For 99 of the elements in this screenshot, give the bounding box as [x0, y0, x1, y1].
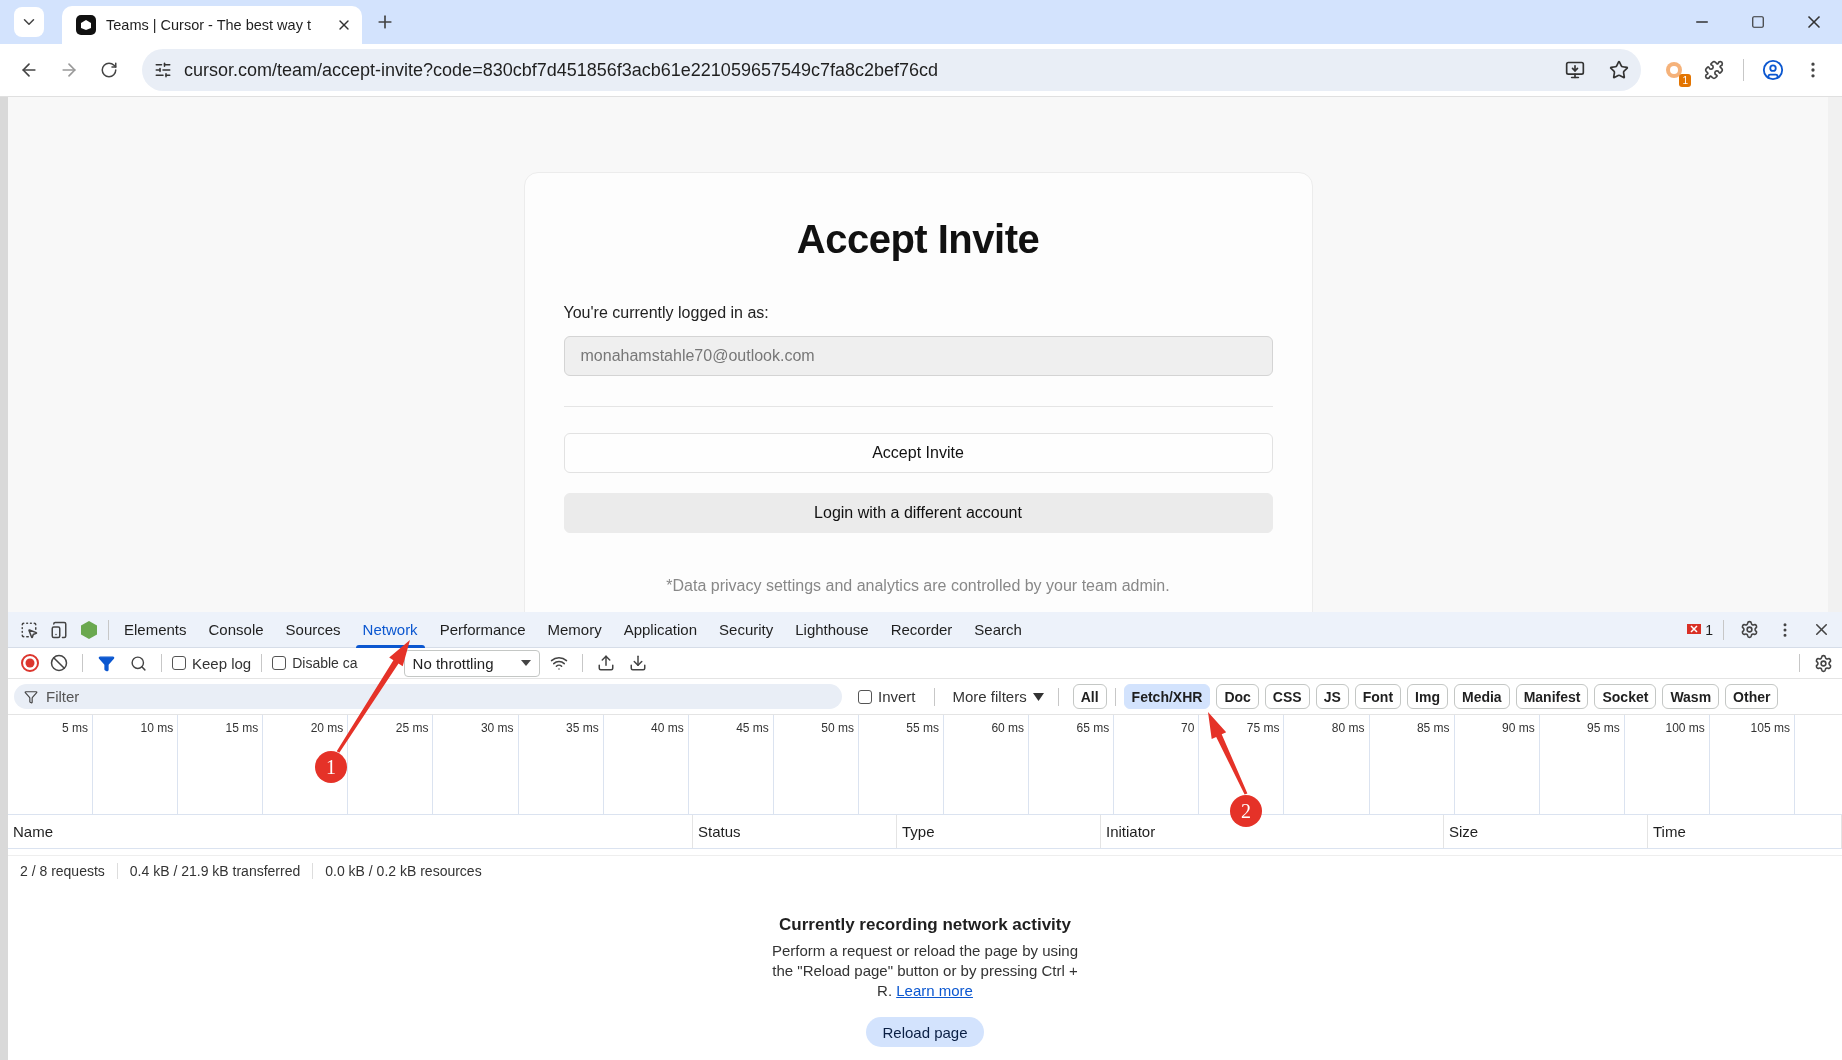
type-filter-chip[interactable]: All	[1072, 684, 1107, 709]
clear-icon[interactable]	[50, 654, 68, 672]
filter-field[interactable]: Filter	[14, 684, 842, 709]
timeline-tick: 25 ms	[395, 721, 429, 735]
reload-page-button[interactable]: Reload page	[866, 1017, 984, 1047]
devtools-tab[interactable]: Application	[612, 611, 709, 648]
devtools-tab[interactable]: Network	[351, 611, 429, 648]
timeline-tick: 70	[1180, 721, 1195, 735]
cube-icon	[76, 15, 96, 35]
reload-icon[interactable]	[100, 61, 118, 79]
settings-icon[interactable]	[1813, 653, 1833, 673]
timeline-tick: 100 ms	[1665, 721, 1705, 735]
empty-state-title: Currently recording network activity	[779, 915, 1071, 935]
type-filter-chip[interactable]: Font	[1354, 684, 1402, 709]
type-filter-chip[interactable]: CSS	[1264, 684, 1310, 709]
devtools-tab[interactable]: Recorder	[879, 611, 964, 648]
timeline-tick: 45 ms	[736, 721, 769, 735]
timeline-tick: 5 ms	[62, 721, 89, 735]
caret-icon	[520, 660, 531, 666]
timeline-tick: 30 ms	[480, 721, 514, 735]
keep-log-checkbox[interactable]: Keep log	[172, 654, 252, 672]
address-bar[interactable]: cursor.com/team/accept-invite?code=830cbf7d451856f3acb61e221059657549c7fa8c2bef76cd	[142, 49, 1641, 91]
inspect-icon[interactable]	[20, 620, 38, 639]
devtools-tab[interactable]: Performance	[428, 611, 537, 648]
browser-tab[interactable]: Teams | Cursor - The best way t	[62, 6, 362, 44]
timeline-tick: 55 ms	[906, 721, 940, 735]
page-title: Accept Invite	[795, 217, 1041, 262]
timeline-tick: 85 ms	[1416, 721, 1450, 735]
devtools-tab[interactable]: Security	[708, 611, 785, 648]
caret-icon	[1032, 692, 1044, 701]
devtools-tab[interactable]: Lighthouse	[784, 611, 880, 648]
device-toolbar-icon[interactable]	[50, 620, 68, 639]
privacy-note: *Data privacy settings and analytics are controlled by your team admin.	[665, 577, 1171, 595]
filter-icon[interactable]	[97, 654, 115, 672]
summary-text: 0.0 kB / 0.2 kB resources	[325, 862, 483, 879]
timeline-tick: 65 ms	[1076, 721, 1110, 735]
devtools-tab[interactable]: Elements	[113, 611, 198, 648]
summary-text: 0.4 kB / 21.9 kB transferred	[129, 862, 314, 879]
summary-text: 2 / 8 requests	[20, 862, 118, 879]
type-filter-chip[interactable]: JS	[1315, 684, 1349, 709]
hexagon-icon[interactable]	[80, 619, 98, 640]
timeline-tick: 60 ms	[991, 721, 1025, 735]
extensions-icon[interactable]	[1704, 60, 1724, 80]
extension-badge: 1	[1679, 74, 1691, 87]
more-filters-dropdown[interactable]: More filters	[952, 688, 1044, 705]
timeline-tick: 15 ms	[225, 721, 259, 735]
type-filter-chip[interactable]: Fetch/XHR	[1123, 684, 1211, 709]
record-icon[interactable]	[20, 653, 40, 673]
timeline-tick: 80 ms	[1331, 721, 1365, 735]
filter-placeholder: Filter	[46, 688, 80, 705]
learn-more-link[interactable]: Learn more	[896, 982, 973, 999]
type-filter-chip[interactable]: Other	[1725, 684, 1779, 709]
timeline-tick: 95 ms	[1587, 721, 1620, 735]
bookmark-star-icon[interactable]	[1609, 60, 1629, 80]
disable-cache-checkbox[interactable]: Disable ca	[272, 655, 358, 671]
accept-invite-button[interactable]: Accept Invite	[563, 433, 1273, 473]
download-icon[interactable]	[628, 654, 647, 672]
type-filter-chip[interactable]: Img	[1407, 684, 1448, 709]
devtools-tab[interactable]: Memory	[536, 611, 613, 648]
timeline-tick: 35 ms	[565, 721, 599, 735]
devtools-tab[interactable]: Search	[963, 611, 1033, 648]
invert-checkbox[interactable]: Invert	[858, 688, 916, 705]
issues-counter[interactable]: 1	[1687, 621, 1713, 638]
timeline-tick: 50 ms	[821, 721, 854, 735]
maximize-icon[interactable]	[1751, 15, 1765, 29]
settings-icon[interactable]	[1739, 620, 1759, 639]
tab-title: Teams | Cursor - The best way t	[106, 17, 312, 33]
timeline-tick: 10 ms	[140, 721, 174, 735]
filter-icon	[24, 689, 38, 704]
logged-in-label: You're currently logged in as:	[563, 304, 770, 322]
profile-icon[interactable]	[1762, 59, 1784, 81]
type-filter-chip[interactable]: Media	[1454, 684, 1510, 709]
type-filter-chip[interactable]: Manifest	[1515, 684, 1589, 709]
tab-search-button[interactable]	[14, 7, 44, 37]
timeline-tick: 20 ms	[310, 721, 344, 735]
column-header[interactable]: Status	[693, 815, 897, 848]
column-header[interactable]: Size	[1444, 815, 1648, 848]
column-header[interactable]: Time	[1648, 815, 1842, 848]
install-icon[interactable]	[1565, 60, 1585, 80]
network-conditions-icon[interactable]	[549, 654, 568, 672]
site-settings-icon[interactable]	[154, 61, 172, 79]
type-filter-chip[interactable]: Wasm	[1662, 684, 1720, 709]
empty-state-text: Perform a request or reload the page by using the "Reload page" button or by pressing Ctrl + R. Learn more	[771, 941, 1079, 1001]
timeline-tick: 40 ms	[651, 721, 684, 735]
upload-icon[interactable]	[596, 654, 615, 672]
error-icon	[1687, 623, 1702, 636]
column-header[interactable]: Type	[897, 815, 1101, 848]
timeline-tick: 90 ms	[1502, 721, 1535, 735]
timeline-tick: 105 ms	[1750, 721, 1790, 735]
issues-count: 1	[1705, 621, 1713, 638]
column-header[interactable]: Name	[8, 815, 693, 848]
type-filter-chip[interactable]: Socket	[1594, 684, 1657, 709]
login-button[interactable]: Login with a different account	[563, 493, 1273, 533]
devtools-tab[interactable]: Console	[197, 611, 275, 648]
timeline-tick: 75 ms	[1246, 721, 1280, 735]
devtools-tab[interactable]: Sources	[274, 611, 352, 648]
extension-icon[interactable]	[1663, 59, 1685, 81]
type-filter-chip[interactable]: Doc	[1216, 684, 1259, 709]
search-icon[interactable]	[129, 654, 147, 672]
